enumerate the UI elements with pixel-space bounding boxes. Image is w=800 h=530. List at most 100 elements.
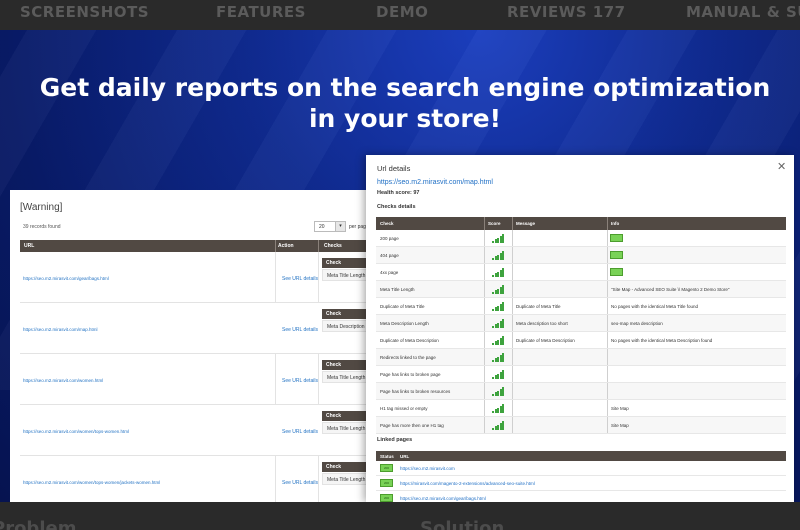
check-message: Duplicate of Meta Description <box>516 338 575 343</box>
status-badge-icon <box>610 268 623 276</box>
check-value: Meta Title Length <box>327 477 366 483</box>
score-bars-icon <box>492 285 506 294</box>
col-status: Status <box>380 454 394 459</box>
see-url-details-link[interactable]: See URL details <box>282 378 318 384</box>
check-header: Check <box>326 464 342 470</box>
check-name: 404 page <box>380 253 399 258</box>
check-row: 4xx page <box>376 264 786 281</box>
check-row: Page has links to broken page <box>376 366 786 383</box>
check-name: Duplicate of Meta Title <box>380 304 425 309</box>
score-bars-icon <box>492 387 506 396</box>
nav-demo[interactable]: DEMO <box>376 3 428 21</box>
row-url[interactable]: https://seo.m2.mirasvit.com/women/tops-w… <box>23 429 129 434</box>
score-bars-icon <box>492 353 506 362</box>
see-url-details-link[interactable]: See URL details <box>282 429 318 435</box>
hero-title-line-2: in your store! <box>308 104 502 133</box>
see-url-details-link[interactable]: See URL details <box>282 327 318 333</box>
solution-heading: Solution <box>420 518 505 530</box>
score-bars-icon <box>492 421 506 430</box>
status-badge-icon <box>610 251 623 259</box>
score-bars-icon <box>492 251 506 260</box>
score-bars-icon <box>492 319 506 328</box>
col-info: Info <box>611 221 620 226</box>
check-info: Site Map <box>611 406 629 411</box>
col-check: Check <box>380 221 394 226</box>
check-header: Check <box>326 311 342 317</box>
checks-table-header: Check Score Message Info <box>376 217 786 230</box>
col-checks[interactable]: Checks <box>324 243 342 249</box>
health-score: Health score: 97 <box>377 190 420 196</box>
chevron-down-icon[interactable]: ▾ <box>335 222 345 231</box>
check-name: Page has links to broken page <box>380 372 441 377</box>
records-count: 39 records found <box>23 224 61 230</box>
col-message: Message <box>516 221 536 226</box>
check-info: Site Map <box>611 423 629 428</box>
score-bars-icon <box>492 234 506 243</box>
table-row: https://seo.m2.mirasvit.com/map.html See… <box>20 303 380 354</box>
bottom-section: Problem Solution <box>0 502 800 530</box>
score-bars-icon <box>492 302 506 311</box>
per-page-label: per pag <box>349 224 366 230</box>
linked-row: 200 https://mirasvit.com/magento-2-extens… <box>376 476 786 491</box>
check-name: Meta Description Length <box>380 321 429 326</box>
check-row: Meta Description Length Meta description … <box>376 315 786 332</box>
check-message: Meta description too short <box>516 321 568 326</box>
table-row: https://seo.m2.mirasvit.com/women/tops-w… <box>20 456 380 502</box>
linked-row: 200 https://seo.m2.mirasvit.com/gear/bags… <box>376 491 786 502</box>
modal-title: Url details <box>377 164 411 173</box>
check-row: Duplicate of Meta Title Duplicate of Meta… <box>376 298 786 315</box>
linked-url[interactable]: https://seo.m2.mirasvit.com <box>400 466 455 471</box>
close-icon[interactable]: ✕ <box>777 160 786 173</box>
check-name: Meta Title Length <box>380 287 415 292</box>
see-url-details-link[interactable]: See URL details <box>282 480 318 486</box>
linked-row: 200 https://seo.m2.mirasvit.com <box>376 461 786 476</box>
per-page-select[interactable]: 20 ▾ <box>314 221 346 232</box>
linked-table-body: 200 https://seo.m2.mirasvit.com 200 https:/… <box>376 461 786 502</box>
linked-pages-title: Linked pages <box>377 437 413 443</box>
check-header: Check <box>326 413 342 419</box>
check-value: Meta Description Le <box>327 324 372 330</box>
col-url: URL <box>400 454 410 459</box>
linked-url[interactable]: https://mirasvit.com/magento-2-extension… <box>400 481 535 486</box>
status-badge-icon <box>610 234 623 242</box>
col-url[interactable]: URL <box>24 243 34 249</box>
check-name: Page has links to broken resources <box>380 389 451 394</box>
status-badge: 200 <box>380 464 393 472</box>
row-url[interactable]: https://seo.m2.mirasvit.com/women/tops-w… <box>23 480 160 485</box>
check-message: Duplicate of Meta Title <box>516 304 561 309</box>
linked-url[interactable]: https://seo.m2.mirasvit.com/gear/bags.ht… <box>400 496 486 501</box>
checks-table: Check Score Message Info 200 page 404 pag… <box>376 217 786 434</box>
check-info: "Site Map - Advanced SEO Suite \\ Magent… <box>611 287 730 292</box>
hero-title: Get daily reports on the search engine o… <box>0 72 800 134</box>
grid-title: [Warning] <box>20 202 63 213</box>
check-row: Duplicate of Meta Description Duplicate o… <box>376 332 786 349</box>
check-row: Page has links to broken resources <box>376 383 786 400</box>
see-url-details-link[interactable]: See URL details <box>282 276 318 282</box>
table-row: https://seo.m2.mirasvit.com/women.html S… <box>20 354 380 405</box>
row-url[interactable]: https://seo.m2.mirasvit.com/gear/bags.ht… <box>23 276 109 281</box>
col-action[interactable]: Action <box>278 243 294 249</box>
hero-title-line-1: Get daily reports on the search engine o… <box>39 73 771 102</box>
score-bars-icon <box>492 404 506 413</box>
checks-table-body: 200 page 404 page 4xx page Meta Title Lengt… <box>376 230 786 434</box>
check-header: Check <box>326 260 342 266</box>
table-row: https://seo.m2.mirasvit.com/women/tops-w… <box>20 405 380 456</box>
col-score: Score <box>488 221 501 226</box>
nav-manual-support[interactable]: MANUAL & SUP <box>686 3 800 21</box>
check-info: seo-map meta description <box>611 321 663 326</box>
check-row: 200 page <box>376 230 786 247</box>
row-url[interactable]: https://seo.m2.mirasvit.com/women.html <box>23 378 103 383</box>
check-value: Meta Title Length <box>327 273 366 279</box>
nav-features[interactable]: FEATURES <box>216 3 306 21</box>
warning-grid-panel: [Warning] 39 records found 20 ▾ per pag … <box>10 190 380 502</box>
table-row: https://seo.m2.mirasvit.com/gear/bags.ht… <box>20 252 380 303</box>
check-name: 4xx page <box>380 270 399 275</box>
check-name: H1 tag missed or empty <box>380 406 428 411</box>
linked-table-header: Status URL <box>376 451 786 461</box>
nav-reviews[interactable]: REVIEWS 177 <box>507 3 626 21</box>
nav-screenshots[interactable]: SCREENSHOTS <box>20 3 149 21</box>
status-badge: 200 <box>380 479 393 487</box>
row-url[interactable]: https://seo.m2.mirasvit.com/map.html <box>23 327 98 332</box>
score-bars-icon <box>492 370 506 379</box>
modal-url-link[interactable]: https://seo.m2.mirasvit.com/map.html <box>377 179 493 186</box>
